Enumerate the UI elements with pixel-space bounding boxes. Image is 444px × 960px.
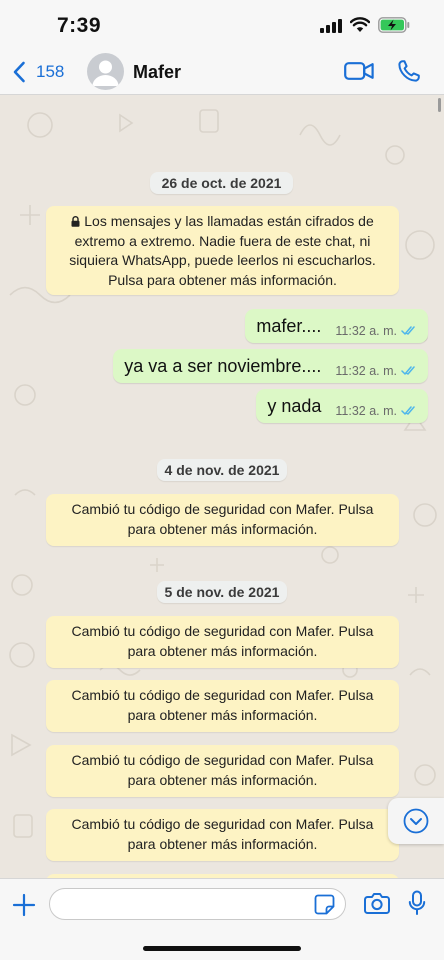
message-text: y nada	[267, 395, 322, 416]
sticker-icon[interactable]	[314, 894, 335, 915]
microphone-icon[interactable]	[408, 890, 426, 916]
unread-count: 158	[36, 62, 65, 81]
read-receipt-icon	[401, 366, 415, 375]
status-bar: 7:39	[0, 0, 444, 50]
outgoing-message[interactable]: y nada 11:32 a. m.	[256, 389, 428, 423]
outgoing-message[interactable]: mafer.... 11:32 a. m.	[245, 309, 428, 343]
message-time: 11:32 a. m.	[335, 323, 397, 338]
outgoing-message[interactable]: ya va a ser noviembre.... 11:32 a. m.	[113, 349, 428, 383]
avatar-placeholder-icon	[92, 60, 119, 86]
encryption-notice[interactable]: Los mensajes y las llamadas están cifrad…	[46, 206, 399, 295]
date-separator: 26 de oct. de 2021	[150, 172, 293, 194]
date-separator: 5 de nov. de 2021	[157, 581, 287, 603]
message-meta: 11:32 a. m.	[335, 364, 418, 378]
encryption-notice-text: Los mensajes y las llamadas están cifrad…	[69, 213, 376, 288]
chevron-down-icon	[403, 808, 429, 834]
camera-icon[interactable]	[364, 891, 390, 915]
message-input-bar	[0, 878, 444, 960]
date-separator: 4 de nov. de 2021	[157, 459, 287, 481]
lock-icon	[71, 216, 80, 227]
security-code-notice[interactable]: Cambió tu código de seguridad con Mafer.…	[46, 745, 399, 797]
read-receipt-icon	[401, 326, 415, 335]
scroll-indicator[interactable]	[438, 98, 441, 112]
chat-header: 158 Mafer	[0, 50, 444, 95]
security-code-notice[interactable]: Cambió tu código de seguridad con Mafer.…	[46, 809, 399, 861]
message-input[interactable]	[49, 888, 346, 920]
security-code-notice[interactable]: Cambió tu código de seguridad con Mafer.…	[46, 680, 399, 732]
back-button[interactable]: 158	[12, 59, 64, 85]
status-time: 7:39	[57, 14, 102, 37]
battery-charging-icon	[378, 17, 410, 33]
phone-call-icon[interactable]	[397, 59, 421, 83]
message-time: 11:32 a. m.	[335, 363, 397, 378]
security-notice-text: Cambió tu código de seguridad con Mafer.…	[71, 687, 374, 723]
plus-icon[interactable]	[12, 893, 36, 917]
message-meta: 11:32 a. m.	[335, 324, 418, 338]
security-notice-text: Cambió tu código de seguridad con Mafer.…	[71, 816, 374, 852]
wifi-icon	[350, 17, 370, 32]
security-notice-text: Cambió tu código de seguridad con Mafer.…	[71, 501, 374, 537]
contact-name[interactable]: Mafer	[133, 62, 181, 83]
read-receipt-icon	[401, 406, 415, 415]
home-indicator[interactable]	[143, 946, 301, 951]
message-time: 11:32 a. m.	[335, 403, 397, 418]
video-call-icon[interactable]	[344, 60, 374, 82]
security-notice-text: Cambió tu código de seguridad con Mafer.…	[71, 752, 374, 788]
security-notice-text: Cambió tu código de seguridad con Mafer.…	[71, 623, 374, 659]
message-text: ya va a ser noviembre....	[124, 355, 322, 376]
message-meta: 11:32 a. m.	[335, 404, 418, 418]
chat-area[interactable]: 26 de oct. de 2021 Los mensajes y las ll…	[0, 95, 444, 878]
cellular-signal-icon	[320, 19, 342, 33]
security-code-notice[interactable]: Cambió tu código de seguridad con Mafer.…	[46, 616, 399, 668]
message-text: mafer....	[256, 315, 322, 336]
security-code-notice[interactable]: Cambió tu código de seguridad con Mafer.…	[46, 494, 399, 546]
avatar[interactable]	[87, 53, 124, 90]
scroll-to-bottom-button[interactable]	[388, 798, 444, 844]
back-chevron-icon	[13, 61, 25, 83]
